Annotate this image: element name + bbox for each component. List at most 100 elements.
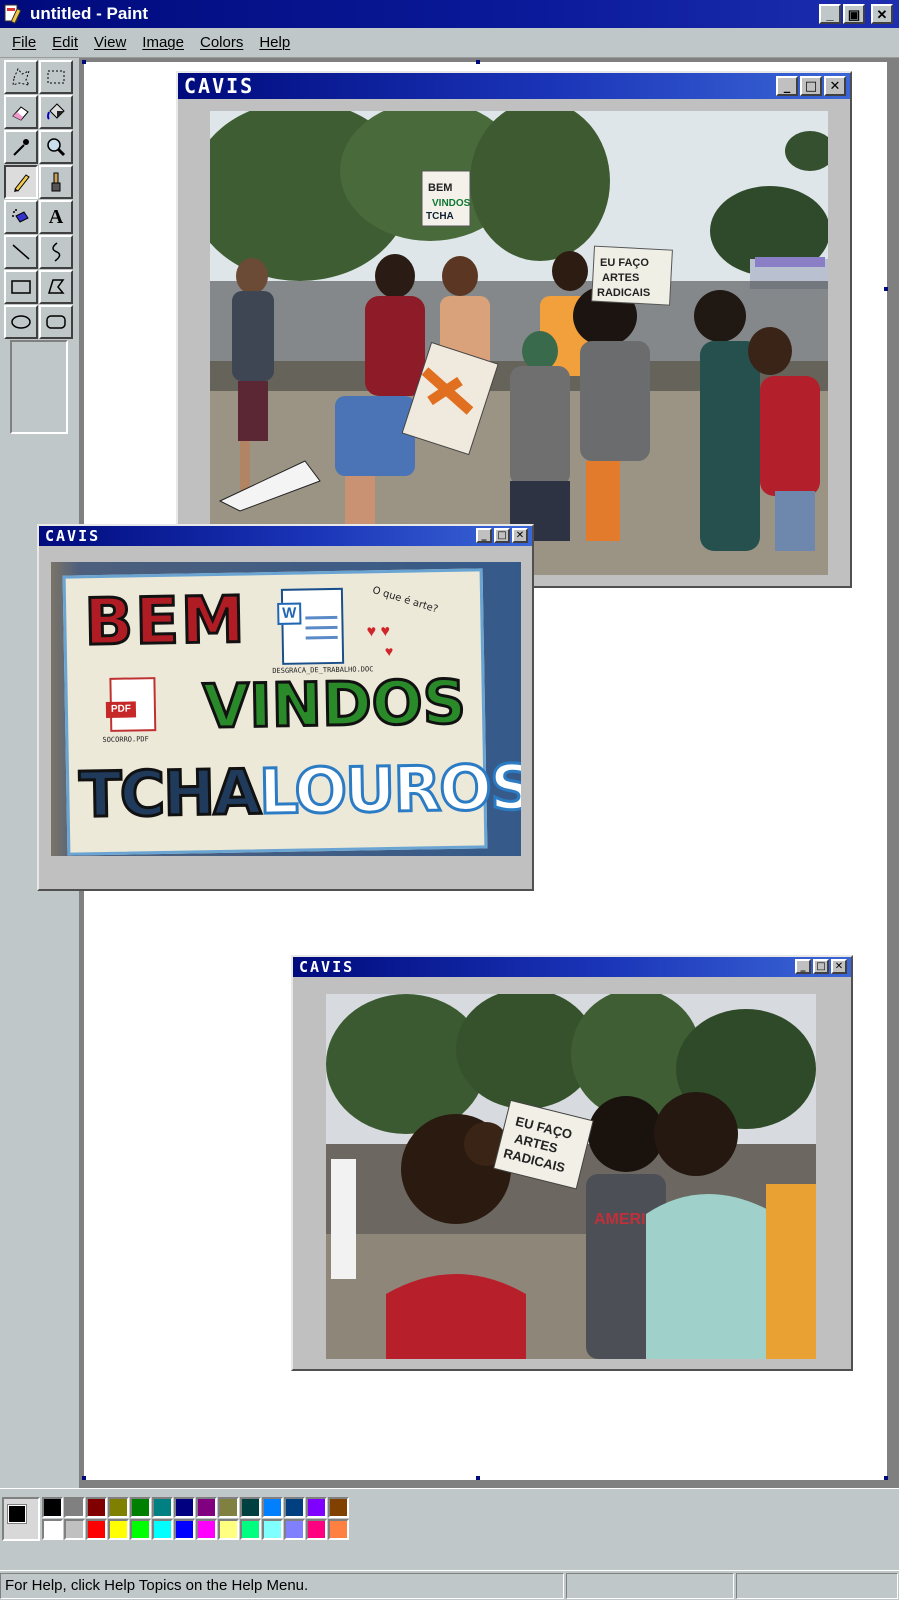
color-picker-icon xyxy=(13,139,29,156)
close-button[interactable]: ✕ xyxy=(871,4,893,24)
resize-handle[interactable] xyxy=(476,1476,480,1480)
color-swatch[interactable] xyxy=(328,1519,349,1540)
cavis-window-1: CAVIS _ □ ✕ BEM VINDOS TCHA EU FAÇO ARTE… xyxy=(176,71,852,588)
current-colors[interactable] xyxy=(2,1497,40,1541)
resize-handle[interactable] xyxy=(884,1476,888,1480)
free-form-select-icon xyxy=(12,68,31,86)
menu-edit[interactable]: Edit xyxy=(44,34,86,51)
window-titlebar: CAVIS _ □ ✕ xyxy=(178,73,850,99)
sign-text: BEM xyxy=(428,182,452,194)
color-swatch[interactable] xyxy=(196,1519,217,1540)
poster: BEM W DESGRACA_DE_TRABALHO.DOC O que é a… xyxy=(62,568,521,856)
color-swatch[interactable] xyxy=(218,1519,239,1540)
sign-line-tchalouros: TCHALOUROS xyxy=(77,749,521,833)
menu-view[interactable]: View xyxy=(86,34,134,51)
color-swatch[interactable] xyxy=(284,1519,305,1540)
text-tool[interactable]: A xyxy=(39,200,73,234)
magnifier-icon xyxy=(47,138,66,157)
free-form-select-tool[interactable] xyxy=(4,60,38,94)
tool-options-box[interactable] xyxy=(10,340,68,434)
maximize-button[interactable]: □ xyxy=(800,76,822,96)
palette-swatches xyxy=(42,1497,350,1541)
polygon-tool[interactable] xyxy=(39,270,73,304)
rounded-rect-tool[interactable] xyxy=(39,305,73,339)
color-swatch[interactable] xyxy=(240,1497,261,1518)
color-swatch[interactable] xyxy=(130,1497,151,1518)
color-swatch[interactable] xyxy=(108,1497,129,1518)
rect-select-tool[interactable] xyxy=(39,60,73,94)
curve-icon xyxy=(52,242,61,262)
group-photo-image: BEM VINDOS TCHA EU FAÇO ARTES RADICAIS xyxy=(210,111,828,575)
maximize-button[interactable]: □ xyxy=(813,959,829,974)
color-swatch[interactable] xyxy=(218,1497,239,1518)
maximize-button[interactable]: □ xyxy=(494,528,510,543)
window-title: untitled - Paint xyxy=(30,4,149,23)
menu-help[interactable]: Help xyxy=(251,34,298,51)
window-titlebar: CAVIS _ □ ✕ xyxy=(293,957,851,977)
curve-tool[interactable] xyxy=(39,235,73,269)
resize-handle xyxy=(82,1476,86,1480)
color-swatch[interactable] xyxy=(86,1519,107,1540)
color-swatch[interactable] xyxy=(262,1497,283,1518)
minimize-button[interactable]: _ xyxy=(776,76,798,96)
menu-colors[interactable]: Colors xyxy=(192,34,251,51)
color-swatch[interactable] xyxy=(86,1497,107,1518)
magnifier-tool[interactable] xyxy=(39,130,73,164)
pencil-tool[interactable] xyxy=(4,165,38,199)
minimize-button[interactable]: _ xyxy=(819,4,841,24)
status-pane-coords xyxy=(566,1573,734,1599)
color-picker-tool[interactable] xyxy=(4,130,38,164)
sign-line-louros: LOUROS xyxy=(257,749,521,830)
color-swatch[interactable] xyxy=(174,1519,195,1540)
line-tool[interactable] xyxy=(4,235,38,269)
airbrush-tool[interactable] xyxy=(4,200,38,234)
close-button[interactable]: ✕ xyxy=(831,959,847,974)
color-swatch[interactable] xyxy=(152,1519,173,1540)
sign-line-vindos: VINDOS xyxy=(201,666,468,744)
status-bar: For Help, click Help Topics on the Help … xyxy=(0,1570,899,1600)
polygon-icon xyxy=(47,279,65,294)
crowd-photo: AMERIC EU FAÇO ARTES RADICAIS xyxy=(326,994,816,1359)
color-swatch[interactable] xyxy=(262,1519,283,1540)
color-swatch[interactable] xyxy=(284,1497,305,1518)
group-photo: BEM VINDOS TCHA EU FAÇO ARTES RADICAIS xyxy=(210,111,828,575)
color-swatch[interactable] xyxy=(64,1497,85,1518)
color-swatch[interactable] xyxy=(152,1497,173,1518)
color-swatch[interactable] xyxy=(306,1519,327,1540)
color-swatch[interactable] xyxy=(42,1519,63,1540)
close-button[interactable]: ✕ xyxy=(512,528,528,543)
restore-button[interactable]: ▣ xyxy=(843,4,865,24)
color-swatch[interactable] xyxy=(328,1497,349,1518)
welcome-sign-photo: BEM W DESGRACA_DE_TRABALHO.DOC O que é a… xyxy=(51,562,521,856)
minimize-button[interactable]: _ xyxy=(795,959,811,974)
minimize-button[interactable]: _ xyxy=(476,528,492,543)
color-swatch[interactable] xyxy=(64,1519,85,1540)
menu-image[interactable]: Image xyxy=(134,34,192,51)
sign-line-tcha: TCHA xyxy=(77,754,261,833)
rectangle-icon xyxy=(11,280,31,294)
color-swatch[interactable] xyxy=(108,1519,129,1540)
resize-handle[interactable] xyxy=(884,287,888,291)
rect-select-icon xyxy=(47,70,65,84)
color-swatch[interactable] xyxy=(174,1497,195,1518)
resize-handle xyxy=(82,60,86,64)
window-title: CAVIS xyxy=(299,958,355,976)
svg-text:RADICAIS: RADICAIS xyxy=(597,287,650,299)
ellipse-tool[interactable] xyxy=(4,305,38,339)
brush-tool[interactable] xyxy=(39,165,73,199)
line-icon xyxy=(12,244,30,260)
color-swatch[interactable] xyxy=(306,1497,327,1518)
eraser-tool[interactable] xyxy=(4,95,38,129)
fill-tool[interactable] xyxy=(39,95,73,129)
sign-line-bem: BEM xyxy=(82,582,248,662)
close-button[interactable]: ✕ xyxy=(824,76,846,96)
color-swatch[interactable] xyxy=(130,1519,151,1540)
menu-file[interactable]: File xyxy=(4,34,44,51)
color-swatch[interactable] xyxy=(42,1497,63,1518)
heart-icon: ♥ ♥ xyxy=(366,622,391,641)
color-palette xyxy=(0,1488,899,1570)
resize-handle xyxy=(476,60,480,64)
color-swatch[interactable] xyxy=(240,1519,261,1540)
color-swatch[interactable] xyxy=(196,1497,217,1518)
rectangle-tool[interactable] xyxy=(4,270,38,304)
